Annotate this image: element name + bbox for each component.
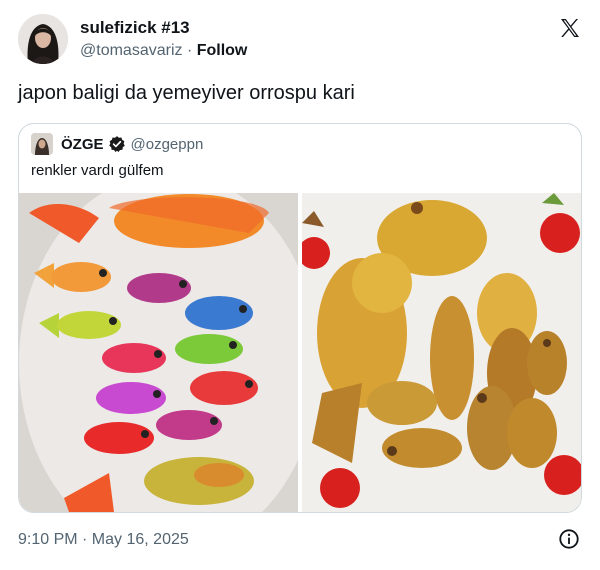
follow-button[interactable]: Follow [197, 42, 248, 59]
raw-colorful-fish-photo[interactable] [19, 193, 298, 512]
timestamp-link[interactable]: 9:10 PM · May 16, 2025 [18, 531, 189, 549]
avatar[interactable] [18, 14, 68, 64]
author-handle-row: @tomasavariz · Follow [80, 41, 247, 61]
avatar-image [18, 14, 68, 64]
quoted-avatar-image [31, 133, 53, 155]
quoted-text: renkler vardı gülfem [31, 162, 164, 179]
tweet-text: japon baligi da yemeyiver orrospu kari [18, 82, 355, 104]
quoted-display-name[interactable]: ÖZGE [61, 136, 104, 153]
tweet-footer: 9:10 PM · May 16, 2025 [18, 528, 582, 554]
info-icon[interactable] [558, 528, 580, 550]
fried-fish-illustration [302, 193, 581, 512]
tweet-header: sulefizick #13 @tomasavariz · Follow [18, 14, 584, 66]
raw-fish-illustration [19, 193, 298, 512]
quoted-header: ÖZGE @ozgeppn [31, 133, 203, 155]
author-handle[interactable]: @tomasavariz [80, 42, 183, 59]
quoted-avatar[interactable] [31, 133, 53, 155]
author-display-name[interactable]: sulefizick #13 [80, 18, 190, 38]
verified-badge-icon [108, 136, 125, 152]
quoted-handle[interactable]: @ozgeppn [131, 136, 204, 153]
fried-fish-photo[interactable] [302, 193, 581, 512]
media-grid [19, 193, 581, 512]
x-logo-icon[interactable] [558, 16, 582, 40]
quoted-tweet[interactable]: ÖZGE @ozgeppn renkler vardı gülfem [18, 123, 582, 513]
separator: · [182, 42, 197, 59]
